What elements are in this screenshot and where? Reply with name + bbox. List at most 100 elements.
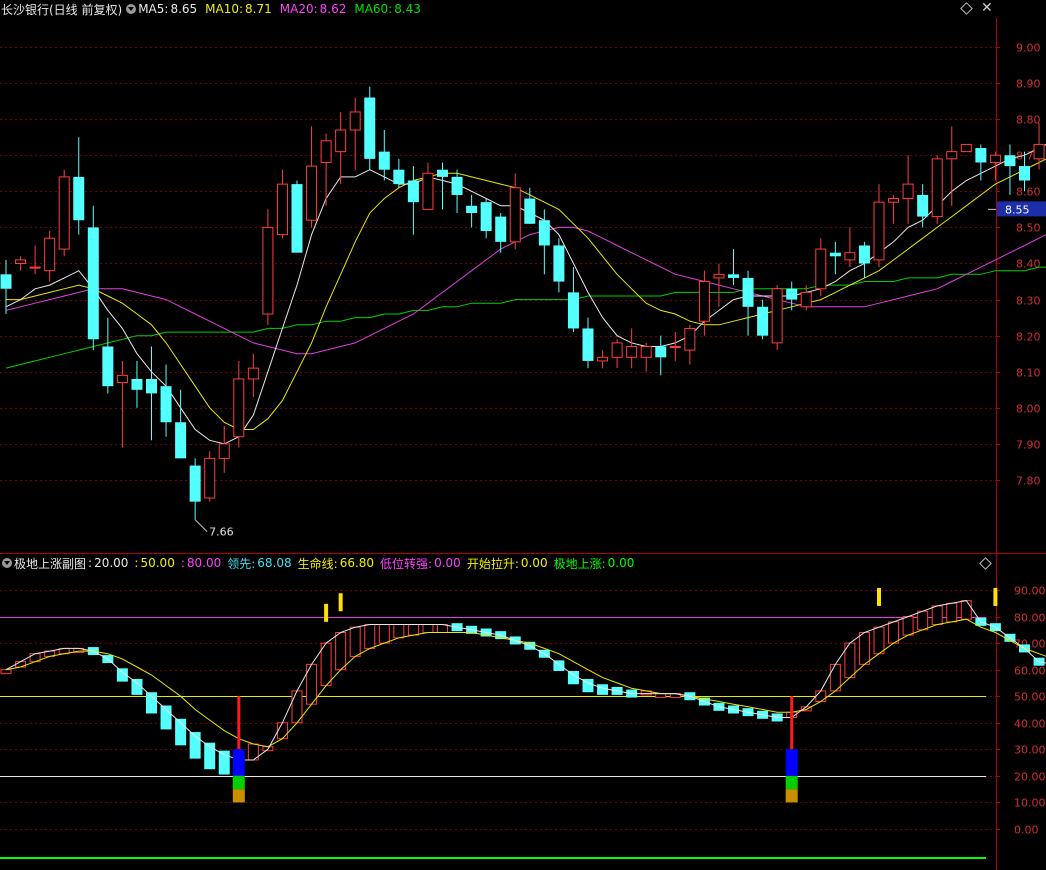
ma10-line (6, 158, 1046, 430)
signal-blue-block (785, 749, 798, 776)
candle-body-up (626, 345, 638, 358)
candle-body-up (815, 248, 827, 290)
line20-value: 20.00 (94, 556, 129, 570)
lead-bar-up (815, 690, 827, 703)
current-price-label: 8.55 (1005, 203, 1030, 216)
candle-body-down (291, 184, 303, 253)
lead-value: 68.08 (257, 556, 292, 570)
candle-body-up (946, 151, 958, 160)
candle-body-down (175, 422, 187, 459)
main-price-tick: 8.60 (1016, 186, 1041, 199)
candle-body-up (1033, 143, 1045, 160)
lead-bar-up (437, 624, 448, 633)
ma5-value: 8.65 (170, 2, 198, 16)
lead-label: 领先: (227, 556, 256, 571)
polar-rise-label: 极地上涨: (553, 556, 606, 571)
candle-body-up (902, 183, 914, 200)
candle-body-down (1004, 155, 1016, 167)
sub-value-tick: 60.00 (1014, 665, 1046, 678)
close-icon[interactable]: ✕ (981, 0, 993, 16)
line80-label: : (180, 556, 185, 570)
lead-bar-up (960, 600, 972, 620)
lead-bar-up (946, 602, 958, 623)
sub-value-tick: 0.00 (1014, 824, 1039, 837)
start-lift-label: 开始拉升: (466, 556, 519, 571)
candle-body-up (116, 374, 128, 384)
line80-value: 80.00 (186, 556, 222, 570)
candle-body-up (611, 342, 623, 358)
lead-bar-up (320, 642, 332, 687)
sub-panel-header: 极地上涨副图 : 20.00 : 50.00 : 80.00 领先: 68.08… (0, 554, 636, 572)
main-price-tick: 9.00 (1016, 42, 1041, 55)
candle-body-up (44, 237, 56, 272)
candle-body-down (786, 288, 798, 300)
lead-bar-up (0, 669, 12, 675)
ma60-line (5, 266, 1046, 369)
stock-title[interactable]: 长沙银行(日线 前复权) (1, 1, 122, 18)
candle-body-down (466, 205, 478, 213)
candle-body-up (29, 266, 41, 269)
candle-body-up (713, 273, 725, 279)
candle-body-up (233, 378, 245, 438)
lifeline-label: 生命线: (297, 556, 338, 571)
line20-label: : (88, 556, 93, 570)
sub-settings-dropdown-icon[interactable] (2, 558, 12, 568)
candle-body-down (73, 176, 85, 221)
main-price-tick: 7.80 (1016, 475, 1041, 488)
candle-body-up (262, 226, 274, 315)
lead-bar-down (146, 692, 157, 714)
lead-bar-up (335, 631, 347, 671)
signal-orange-block (785, 789, 798, 803)
candle-body-down (87, 227, 99, 340)
lead-bar-up (858, 631, 870, 665)
low-reversal-label: 低位转强: (380, 556, 433, 571)
lead-bar-up (393, 624, 405, 639)
candle-body-down (364, 97, 376, 159)
candle-body-down (1019, 166, 1030, 181)
lift-marker (993, 587, 998, 606)
main-price-tick: 8.40 (1016, 258, 1041, 271)
candle-body-up (247, 367, 259, 380)
lead-bar-up (888, 621, 900, 644)
sub-value-tick: 90.00 (1014, 585, 1046, 598)
low-pointer (194, 519, 208, 533)
candle-body-up (422, 172, 434, 210)
lead-bar-up (902, 616, 914, 636)
sub-value-tick: 20.00 (1014, 771, 1046, 784)
candle-body-up (15, 259, 27, 264)
sub-value-tick: 50.00 (1014, 691, 1046, 704)
candle-body-down (437, 169, 448, 177)
candle-body-down (858, 245, 870, 264)
main-price-tick: 8.10 (1016, 367, 1041, 380)
lead-bar-up (422, 624, 434, 633)
main-price-tick: 8.80 (1016, 114, 1041, 127)
candle-body-down (393, 169, 405, 185)
candle-body-down (451, 176, 463, 195)
candle-body-up (58, 176, 70, 250)
candle-body-down (146, 378, 157, 394)
sub-value-tick: 40.00 (1014, 718, 1046, 731)
stock-chart-app: 9.00 8.90 8.80 8.70 8.60 8.50 8.40 8.30 8.20 8.10… (0, 0, 1046, 870)
lead-bar-up (276, 722, 288, 740)
main-panel-header: 长沙银行(日线 前复权) MA5: 8.65 MA10: 8.71 MA20: … (0, 0, 423, 18)
candle-body-down (917, 194, 929, 217)
candle-body-down (975, 148, 987, 163)
candle-body-up (597, 356, 609, 362)
signal-red-bar (237, 696, 241, 750)
settings-dropdown-icon[interactable] (126, 4, 137, 14)
indicator-title[interactable]: 极地上涨副图 (14, 555, 86, 572)
ma10-label: MA10: (205, 2, 244, 16)
candle-body-down (524, 198, 536, 224)
candle-body-down (407, 180, 419, 203)
lift-marker (338, 593, 343, 612)
candle-body-down (829, 252, 841, 257)
candle-body-down (553, 245, 565, 282)
candle-body-down (582, 328, 594, 361)
low-reversal-value: 0.00 (434, 556, 461, 570)
candle-body-down (102, 346, 114, 387)
candle-body-up (320, 140, 332, 163)
candle-body-up (335, 129, 347, 153)
candle-body-down (495, 216, 507, 242)
candle-body-down (538, 220, 550, 246)
lead-bar-up (829, 663, 841, 692)
